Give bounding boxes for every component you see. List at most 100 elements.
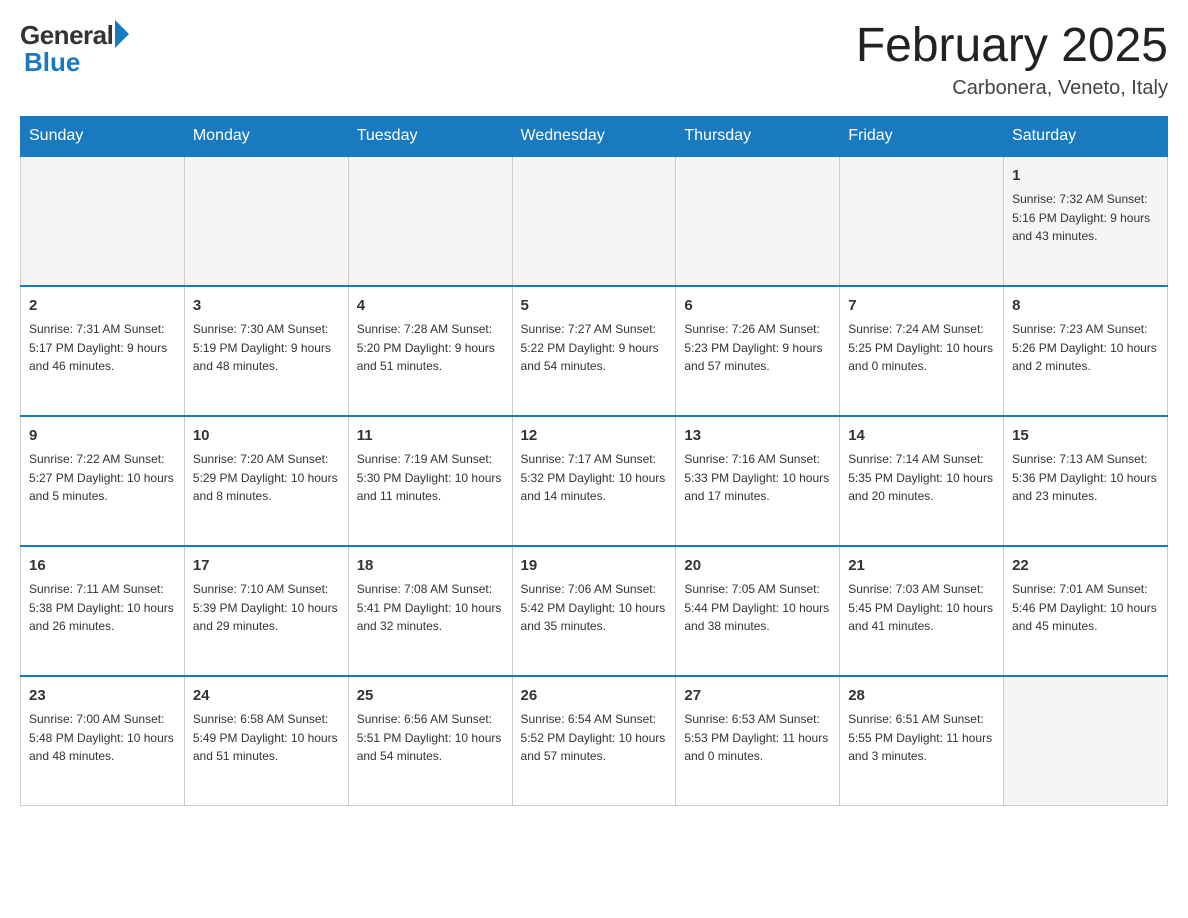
day-number: 7 bbox=[848, 295, 995, 318]
day-info: Sunrise: 7:22 AM Sunset: 5:27 PM Dayligh… bbox=[29, 450, 176, 506]
calendar-body: 1Sunrise: 7:32 AM Sunset: 5:16 PM Daylig… bbox=[21, 156, 1168, 806]
calendar-cell: 14Sunrise: 7:14 AM Sunset: 5:35 PM Dayli… bbox=[840, 416, 1004, 546]
day-info: Sunrise: 7:11 AM Sunset: 5:38 PM Dayligh… bbox=[29, 580, 176, 636]
calendar-cell: 26Sunrise: 6:54 AM Sunset: 5:52 PM Dayli… bbox=[512, 676, 676, 806]
day-info: Sunrise: 7:17 AM Sunset: 5:32 PM Dayligh… bbox=[521, 450, 668, 506]
calendar-cell: 5Sunrise: 7:27 AM Sunset: 5:22 PM Daylig… bbox=[512, 286, 676, 416]
calendar-cell: 18Sunrise: 7:08 AM Sunset: 5:41 PM Dayli… bbox=[348, 546, 512, 676]
calendar-cell: 25Sunrise: 6:56 AM Sunset: 5:51 PM Dayli… bbox=[348, 676, 512, 806]
header-row: Sunday Monday Tuesday Wednesday Thursday… bbox=[21, 116, 1168, 156]
day-info: Sunrise: 7:19 AM Sunset: 5:30 PM Dayligh… bbox=[357, 450, 504, 506]
calendar-cell bbox=[21, 156, 185, 286]
calendar-cell bbox=[676, 156, 840, 286]
calendar-week-5: 23Sunrise: 7:00 AM Sunset: 5:48 PM Dayli… bbox=[21, 676, 1168, 806]
calendar-cell: 8Sunrise: 7:23 AM Sunset: 5:26 PM Daylig… bbox=[1004, 286, 1168, 416]
calendar-cell: 16Sunrise: 7:11 AM Sunset: 5:38 PM Dayli… bbox=[21, 546, 185, 676]
day-number: 1 bbox=[1012, 165, 1159, 188]
calendar-week-2: 2Sunrise: 7:31 AM Sunset: 5:17 PM Daylig… bbox=[21, 286, 1168, 416]
day-number: 18 bbox=[357, 555, 504, 578]
calendar-cell: 2Sunrise: 7:31 AM Sunset: 5:17 PM Daylig… bbox=[21, 286, 185, 416]
day-number: 24 bbox=[193, 685, 340, 708]
calendar-cell: 28Sunrise: 6:51 AM Sunset: 5:55 PM Dayli… bbox=[840, 676, 1004, 806]
calendar-cell: 23Sunrise: 7:00 AM Sunset: 5:48 PM Dayli… bbox=[21, 676, 185, 806]
day-info: Sunrise: 7:14 AM Sunset: 5:35 PM Dayligh… bbox=[848, 450, 995, 506]
day-number: 4 bbox=[357, 295, 504, 318]
day-info: Sunrise: 7:01 AM Sunset: 5:46 PM Dayligh… bbox=[1012, 580, 1159, 636]
day-info: Sunrise: 6:56 AM Sunset: 5:51 PM Dayligh… bbox=[357, 710, 504, 766]
day-info: Sunrise: 7:23 AM Sunset: 5:26 PM Dayligh… bbox=[1012, 320, 1159, 376]
day-number: 5 bbox=[521, 295, 668, 318]
col-thursday: Thursday bbox=[676, 116, 840, 156]
day-info: Sunrise: 7:31 AM Sunset: 5:17 PM Dayligh… bbox=[29, 320, 176, 376]
day-number: 21 bbox=[848, 555, 995, 578]
day-info: Sunrise: 7:16 AM Sunset: 5:33 PM Dayligh… bbox=[684, 450, 831, 506]
day-number: 13 bbox=[684, 425, 831, 448]
day-info: Sunrise: 7:20 AM Sunset: 5:29 PM Dayligh… bbox=[193, 450, 340, 506]
calendar-cell: 19Sunrise: 7:06 AM Sunset: 5:42 PM Dayli… bbox=[512, 546, 676, 676]
day-number: 20 bbox=[684, 555, 831, 578]
day-number: 15 bbox=[1012, 425, 1159, 448]
calendar-cell: 13Sunrise: 7:16 AM Sunset: 5:33 PM Dayli… bbox=[676, 416, 840, 546]
day-number: 6 bbox=[684, 295, 831, 318]
calendar-cell: 17Sunrise: 7:10 AM Sunset: 5:39 PM Dayli… bbox=[184, 546, 348, 676]
day-number: 8 bbox=[1012, 295, 1159, 318]
day-info: Sunrise: 7:00 AM Sunset: 5:48 PM Dayligh… bbox=[29, 710, 176, 766]
day-number: 17 bbox=[193, 555, 340, 578]
day-info: Sunrise: 6:53 AM Sunset: 5:53 PM Dayligh… bbox=[684, 710, 831, 766]
calendar-cell bbox=[512, 156, 676, 286]
calendar-header: Sunday Monday Tuesday Wednesday Thursday… bbox=[21, 116, 1168, 156]
day-info: Sunrise: 7:05 AM Sunset: 5:44 PM Dayligh… bbox=[684, 580, 831, 636]
day-info: Sunrise: 6:51 AM Sunset: 5:55 PM Dayligh… bbox=[848, 710, 995, 766]
day-info: Sunrise: 7:24 AM Sunset: 5:25 PM Dayligh… bbox=[848, 320, 995, 376]
day-number: 27 bbox=[684, 685, 831, 708]
col-sunday: Sunday bbox=[21, 116, 185, 156]
day-number: 11 bbox=[357, 425, 504, 448]
day-info: Sunrise: 7:10 AM Sunset: 5:39 PM Dayligh… bbox=[193, 580, 340, 636]
calendar-cell: 1Sunrise: 7:32 AM Sunset: 5:16 PM Daylig… bbox=[1004, 156, 1168, 286]
day-number: 28 bbox=[848, 685, 995, 708]
day-info: Sunrise: 7:26 AM Sunset: 5:23 PM Dayligh… bbox=[684, 320, 831, 376]
calendar-cell: 22Sunrise: 7:01 AM Sunset: 5:46 PM Dayli… bbox=[1004, 546, 1168, 676]
day-info: Sunrise: 7:27 AM Sunset: 5:22 PM Dayligh… bbox=[521, 320, 668, 376]
logo: General Blue bbox=[20, 20, 129, 78]
calendar-cell: 9Sunrise: 7:22 AM Sunset: 5:27 PM Daylig… bbox=[21, 416, 185, 546]
calendar-cell: 20Sunrise: 7:05 AM Sunset: 5:44 PM Dayli… bbox=[676, 546, 840, 676]
day-number: 14 bbox=[848, 425, 995, 448]
location-text: Carbonera, Veneto, Italy bbox=[856, 77, 1168, 100]
calendar-cell: 7Sunrise: 7:24 AM Sunset: 5:25 PM Daylig… bbox=[840, 286, 1004, 416]
calendar-cell: 12Sunrise: 7:17 AM Sunset: 5:32 PM Dayli… bbox=[512, 416, 676, 546]
day-info: Sunrise: 7:03 AM Sunset: 5:45 PM Dayligh… bbox=[848, 580, 995, 636]
calendar-table: Sunday Monday Tuesday Wednesday Thursday… bbox=[20, 116, 1168, 807]
day-number: 2 bbox=[29, 295, 176, 318]
calendar-cell: 24Sunrise: 6:58 AM Sunset: 5:49 PM Dayli… bbox=[184, 676, 348, 806]
day-number: 23 bbox=[29, 685, 176, 708]
day-info: Sunrise: 6:58 AM Sunset: 5:49 PM Dayligh… bbox=[193, 710, 340, 766]
day-info: Sunrise: 6:54 AM Sunset: 5:52 PM Dayligh… bbox=[521, 710, 668, 766]
day-number: 26 bbox=[521, 685, 668, 708]
calendar-cell: 4Sunrise: 7:28 AM Sunset: 5:20 PM Daylig… bbox=[348, 286, 512, 416]
day-info: Sunrise: 7:08 AM Sunset: 5:41 PM Dayligh… bbox=[357, 580, 504, 636]
calendar-cell: 15Sunrise: 7:13 AM Sunset: 5:36 PM Dayli… bbox=[1004, 416, 1168, 546]
day-number: 12 bbox=[521, 425, 668, 448]
calendar-week-1: 1Sunrise: 7:32 AM Sunset: 5:16 PM Daylig… bbox=[21, 156, 1168, 286]
calendar-cell: 21Sunrise: 7:03 AM Sunset: 5:45 PM Dayli… bbox=[840, 546, 1004, 676]
page-header: General Blue February 2025 Carbonera, Ve… bbox=[20, 20, 1168, 100]
col-wednesday: Wednesday bbox=[512, 116, 676, 156]
day-number: 3 bbox=[193, 295, 340, 318]
calendar-cell bbox=[184, 156, 348, 286]
day-info: Sunrise: 7:28 AM Sunset: 5:20 PM Dayligh… bbox=[357, 320, 504, 376]
calendar-cell bbox=[840, 156, 1004, 286]
calendar-cell: 10Sunrise: 7:20 AM Sunset: 5:29 PM Dayli… bbox=[184, 416, 348, 546]
calendar-cell: 27Sunrise: 6:53 AM Sunset: 5:53 PM Dayli… bbox=[676, 676, 840, 806]
title-section: February 2025 Carbonera, Veneto, Italy bbox=[856, 20, 1168, 100]
calendar-cell bbox=[348, 156, 512, 286]
day-info: Sunrise: 7:32 AM Sunset: 5:16 PM Dayligh… bbox=[1012, 190, 1159, 246]
day-number: 10 bbox=[193, 425, 340, 448]
col-tuesday: Tuesday bbox=[348, 116, 512, 156]
day-info: Sunrise: 7:30 AM Sunset: 5:19 PM Dayligh… bbox=[193, 320, 340, 376]
day-number: 25 bbox=[357, 685, 504, 708]
calendar-cell: 3Sunrise: 7:30 AM Sunset: 5:19 PM Daylig… bbox=[184, 286, 348, 416]
month-title: February 2025 bbox=[856, 20, 1168, 73]
calendar-week-4: 16Sunrise: 7:11 AM Sunset: 5:38 PM Dayli… bbox=[21, 546, 1168, 676]
calendar-cell: 6Sunrise: 7:26 AM Sunset: 5:23 PM Daylig… bbox=[676, 286, 840, 416]
